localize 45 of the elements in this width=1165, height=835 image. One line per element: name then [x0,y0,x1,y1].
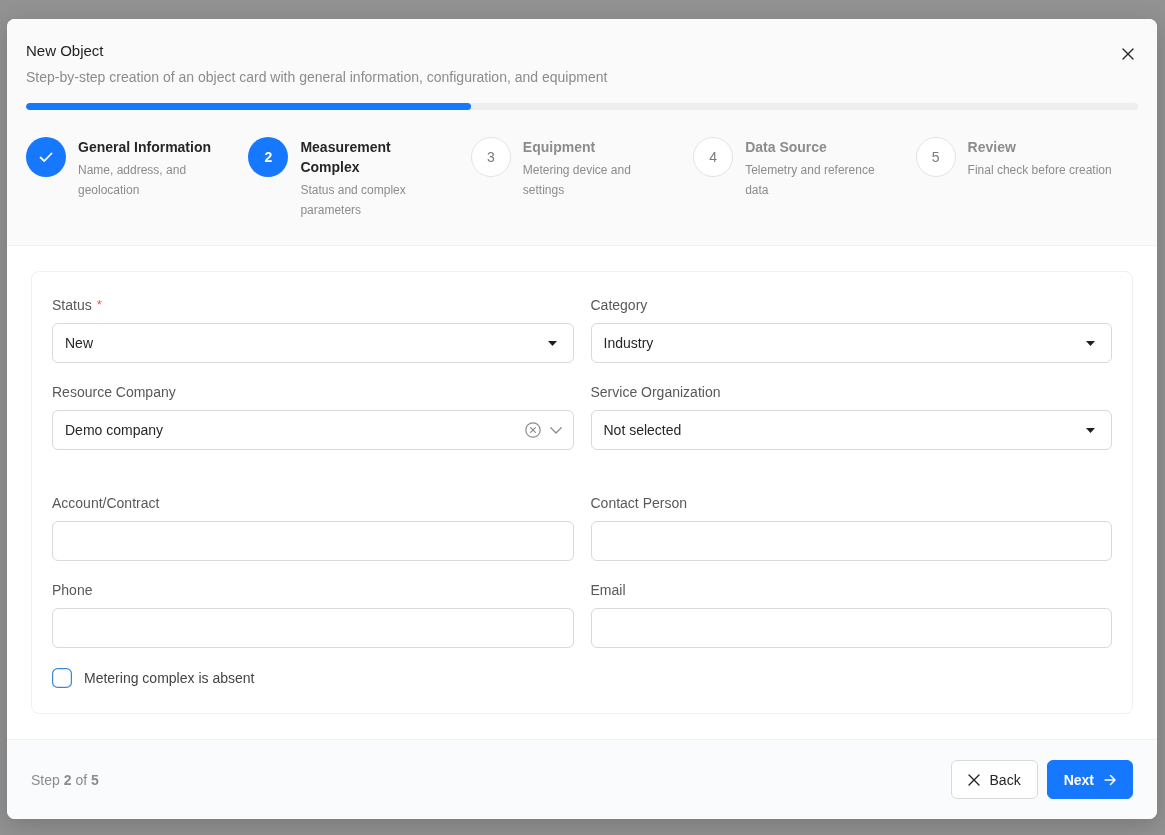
next-button[interactable]: Next [1046,760,1133,799]
back-button[interactable]: Back [950,760,1038,799]
step-description: Telemetry and reference data [745,162,876,199]
select-field[interactable]: Industry [590,323,1112,363]
input-field[interactable] [52,521,574,561]
checkbox-label: Metering complex is absent [84,670,255,686]
field-label: Service Organization [590,383,721,402]
checkbox[interactable] [52,668,72,688]
field-label: Category [590,296,648,315]
input-field[interactable] [52,608,574,648]
input-field[interactable] [590,521,1112,561]
arrow-right-icon [1104,773,1116,786]
step-title: Equipment [522,138,596,157]
input-field[interactable] [590,608,1112,648]
step-description: Final check before creation [967,162,1112,179]
step-number: 5 [915,137,956,177]
field-label: Account/Contract [52,494,160,513]
step-counter: Step 2 of 5 [31,771,99,788]
required-mark: * [96,296,102,314]
close-icon [967,773,980,786]
caret-down-icon [1086,340,1095,346]
step-number: 4 [693,137,734,177]
step-number: 3 [470,137,511,177]
select-field[interactable]: Not selected [590,410,1112,450]
field-label: Email [590,581,626,600]
chevron-down-icon [549,426,562,434]
clear-icon[interactable] [524,422,541,438]
step-title: General Information [78,138,212,157]
select-field[interactable]: New [52,323,574,363]
step-title: Measurement Complex [300,138,392,177]
combobox-field[interactable]: Demo company [52,410,574,450]
step-number: 2 [248,137,289,177]
caret-down-icon [1086,427,1095,433]
caret-down-icon [547,340,557,346]
dialog-subtitle: Step-by-step creation of an object card with general information, configuration, and equipment [26,68,608,87]
step-title: Review [967,138,1016,157]
field-label: Phone [52,581,93,600]
step-description: Name, address, and geolocation [78,162,188,199]
field-label: Contact Person [590,494,687,513]
field-label: Status [52,296,92,315]
step-description: Status and complex parameters [300,182,407,219]
step-title: Data Source [745,138,827,157]
field-label: Resource Company [52,383,176,402]
step-description: Metering device and settings [522,162,632,199]
dialog-title: New Object [26,41,104,61]
